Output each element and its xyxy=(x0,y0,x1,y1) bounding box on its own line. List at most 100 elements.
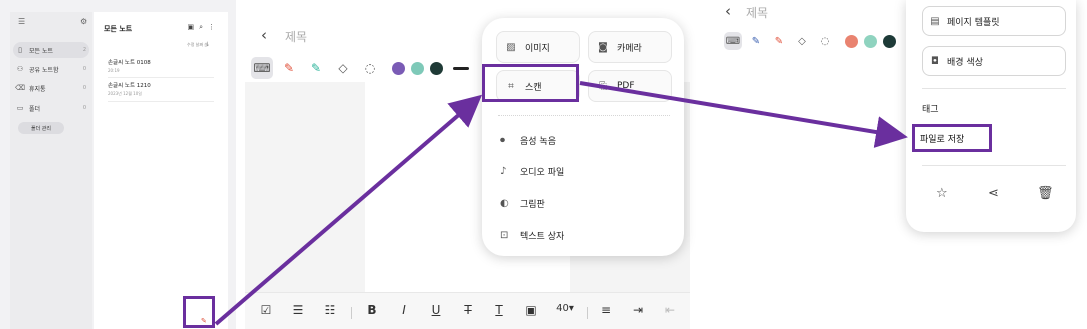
note-icon: ▯ xyxy=(18,46,22,54)
pen-icon[interactable]: ✎ xyxy=(278,57,300,79)
stroke-width-indicator[interactable] xyxy=(453,66,469,70)
people-icon: ⚇ xyxy=(16,65,24,73)
sidebar-item-trash[interactable]: ⌫ 휴지통 0 xyxy=(13,80,89,96)
text-box-icon: ⊡ xyxy=(500,229,509,241)
text-box-item[interactable]: ⊡ 텍스트 상자 xyxy=(500,226,564,244)
strikethrough-icon[interactable]: T xyxy=(457,303,479,317)
back-icon[interactable]: ‹ xyxy=(261,26,267,44)
font-size-select[interactable]: 40▾ xyxy=(548,303,582,314)
divider xyxy=(351,307,352,319)
count-badge: 0 xyxy=(82,66,86,72)
template-icon: ▤ xyxy=(930,15,940,27)
background-color-button[interactable]: ◘ 배경 색상 xyxy=(922,46,1066,76)
scan-highlight-box xyxy=(482,64,579,102)
highlighter-icon[interactable]: ✎ xyxy=(770,32,788,50)
text-color-icon[interactable]: T xyxy=(488,303,510,317)
background-color-label: 배경 색상 xyxy=(947,57,983,68)
underline-icon[interactable]: U xyxy=(425,303,447,317)
voice-record-item[interactable]: ⏺ 음성 녹음 xyxy=(500,131,556,149)
keyboard-icon[interactable]: ⌨ xyxy=(724,32,742,50)
sidebar-item-shared[interactable]: ⚇ 공유 노트함 0 xyxy=(13,61,89,77)
count-badge: 2 xyxy=(82,47,86,53)
title-input[interactable]: 제목 xyxy=(746,4,768,21)
sidebar-item-folder[interactable]: ▭ 폴더 0 xyxy=(13,100,89,116)
palette-icon: ◐ xyxy=(500,197,509,209)
share-icon[interactable]: ⋖ xyxy=(988,186,999,201)
audio-file-label: 오디오 파일 xyxy=(520,167,565,178)
more-menu: ▤ 페이지 템플릿 ◘ 배경 색상 태그 ☆ ⋖ 🗑 xyxy=(906,0,1076,232)
drawing-item[interactable]: ◐ 그림판 xyxy=(500,194,545,212)
note-list: 모든 노트 ▣⌕⋮ 수정 날짜 순 ↓ 손글씨 노트 0108 20:19 손글… xyxy=(94,12,228,329)
save-as-file-label: 파일로 저장 xyxy=(920,134,965,145)
eraser-icon[interactable]: ◇ xyxy=(332,57,354,79)
text-background-icon[interactable]: ▣ xyxy=(520,303,542,317)
new-note-button[interactable]: ✎ xyxy=(183,296,215,328)
count-badge: 0 xyxy=(82,105,86,111)
note-title: 손글씨 노트 1210 xyxy=(108,83,151,89)
notes-app-panel: ☰ ⚙ ▯ 모든 노트 2 ⚇ 공유 노트함 0 ⌫ 휴지통 0 ▭ 폴더 0 xyxy=(0,0,236,329)
sidebar-item-label: 폴더 xyxy=(29,105,41,113)
keyboard-icon[interactable]: ⌨ xyxy=(251,57,273,79)
page-template-button[interactable]: ▤ 페이지 템플릿 xyxy=(922,6,1066,36)
highlighter-icon[interactable]: ✎ xyxy=(305,57,327,79)
note-date: 2023년 12월 10일 xyxy=(108,91,142,96)
list-item[interactable]: 손글씨 노트 1210 2023년 12월 10일 xyxy=(108,81,214,102)
star-icon[interactable]: ☆ xyxy=(936,186,948,201)
folder-manage-button[interactable]: 폴더 관리 xyxy=(18,122,64,134)
compose-icon: ✎ xyxy=(201,317,207,325)
audio-file-item[interactable]: ♪ 오디오 파일 xyxy=(500,162,564,180)
image-button[interactable]: ▨ 이미지 xyxy=(496,31,580,63)
format-toolbar: ☑ ☰ ☷ B I U T T ▣ 40▾ ≡ ⇥ ⇤ xyxy=(245,292,690,329)
insert-menu: ▨ 이미지 ◙ 카메라 ⌗ 스캔 ⎘ PDF ⏺ 음성 녹음 ♪ 오디오 파일 ◐ 그림판 ⊡… xyxy=(482,18,684,256)
align-icon[interactable]: ≡ xyxy=(595,303,617,317)
tutorial-screenshot: ☰ ⚙ ▯ 모든 노트 2 ⚇ 공유 노트함 0 ⌫ 휴지통 0 ▭ 폴더 0 xyxy=(0,0,1087,329)
bold-icon[interactable]: B xyxy=(361,303,383,317)
sidebar-item-label: 공유 노트함 xyxy=(29,66,59,74)
color-swatch-salmon[interactable] xyxy=(845,34,858,48)
color-swatch-dark[interactable] xyxy=(430,61,443,75)
page-template-label: 페이지 템플릿 xyxy=(947,17,1000,28)
more-icon[interactable]: ⋮ xyxy=(208,23,220,31)
delete-icon[interactable]: 🗑 xyxy=(1037,186,1054,201)
lasso-icon[interactable]: ◌ xyxy=(359,57,381,79)
image-label: 이미지 xyxy=(525,43,550,54)
camera-icon: ◙ xyxy=(598,41,608,53)
pdf-button[interactable]: ⎘ PDF xyxy=(588,70,672,102)
sidebar: ☰ ⚙ ▯ 모든 노트 2 ⚇ 공유 노트함 0 ⌫ 휴지통 0 ▭ 폴더 0 xyxy=(10,12,92,329)
font-size-value: 40 xyxy=(556,303,569,314)
title-input[interactable]: 제목 xyxy=(285,28,307,45)
settings-icon[interactable]: ⚙ xyxy=(80,18,87,26)
indent-icon[interactable]: ⇥ xyxy=(627,303,649,317)
text-box-label: 텍스트 상자 xyxy=(520,231,565,242)
numbered-list-icon[interactable]: ☰ xyxy=(287,303,309,317)
color-swatch-dark[interactable] xyxy=(883,34,896,48)
color-swatch-purple[interactable] xyxy=(392,61,405,75)
voice-label: 음성 녹음 xyxy=(520,136,556,147)
italic-icon[interactable]: I xyxy=(393,303,415,317)
color-swatch-mint[interactable] xyxy=(864,34,877,48)
background-icon: ◘ xyxy=(931,55,939,67)
lasso-icon[interactable]: ◌ xyxy=(816,32,834,50)
microphone-icon: ⏺ xyxy=(500,134,505,146)
tag-item[interactable]: 태그 xyxy=(922,102,939,115)
list-toolbar: ▣⌕⋮ xyxy=(187,23,220,32)
back-icon[interactable]: ‹ xyxy=(725,2,731,20)
sidebar-item-label: 휴지통 xyxy=(29,85,46,93)
sidebar-item-all-notes[interactable]: ▯ 모든 노트 2 xyxy=(13,42,89,58)
color-swatch-teal[interactable] xyxy=(411,61,424,75)
sort-arrow-icon[interactable]: ↓ xyxy=(205,41,210,48)
pen-icon[interactable]: ✎ xyxy=(747,32,765,50)
search-icon[interactable]: ⌕ xyxy=(199,23,208,31)
checkbox-icon[interactable]: ☑ xyxy=(255,303,277,317)
eraser-icon[interactable]: ◇ xyxy=(793,32,811,50)
bullet-list-icon[interactable]: ☷ xyxy=(319,303,341,317)
pen-toolbar: ⌨ ✎ ✎ ◇ ◌ xyxy=(251,56,469,80)
menu-icon[interactable]: ☰ xyxy=(18,18,25,26)
save-as-file-item[interactable]: 파일로 저장 xyxy=(912,124,992,152)
camera-button[interactable]: ◙ 카메라 xyxy=(588,31,672,63)
outdent-icon[interactable]: ⇤ xyxy=(659,303,681,317)
note-date: 20:19 xyxy=(108,68,120,73)
list-item[interactable]: 손글씨 노트 0108 20:19 xyxy=(108,58,214,78)
pdf-icon[interactable]: ▣ xyxy=(187,23,199,31)
sidebar-item-label: 모든 노트 xyxy=(29,47,53,55)
